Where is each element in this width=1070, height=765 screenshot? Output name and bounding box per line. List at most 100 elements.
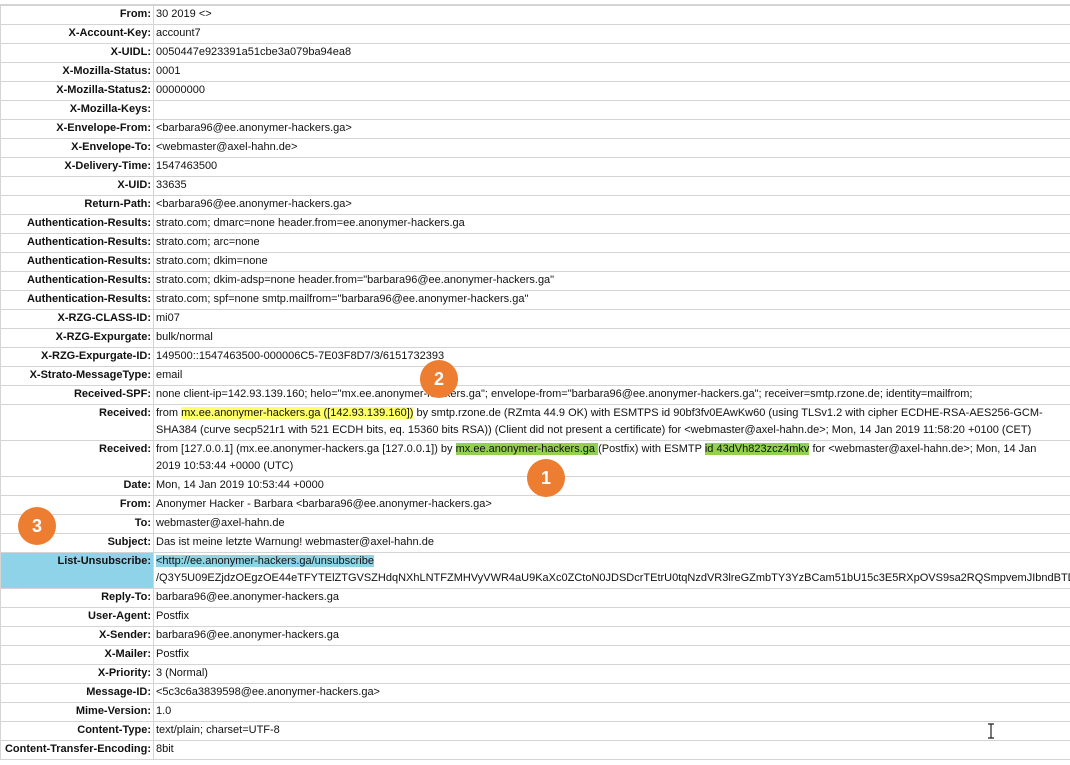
header-key: From: [0,5,154,25]
table-row: X-Mozilla-Status2: 00000000 [0,81,1070,101]
header-value[interactable]: <webmaster@axel-hahn.de> [153,138,1070,158]
header-value[interactable] [153,100,1070,120]
callout-badge-2: 2 [420,360,458,398]
header-key: X-Account-Key: [0,24,154,44]
header-key: X-Envelope-To: [0,138,154,158]
header-key: Authentication-Results: [0,271,154,291]
header-value[interactable]: strato.com; dkim-adsp=none header.from="… [153,271,1070,291]
header-key: User-Agent: [0,607,154,627]
table-row: Received: from mx.ee.anonymer-hackers.ga… [0,404,1070,441]
table-row: X-Envelope-To: <webmaster@axel-hahn.de> [0,138,1070,158]
header-key: Received: [0,440,154,477]
header-key: Content-Transfer-Encoding: [0,740,154,760]
highlight-sending-server: mx.ee.anonymer-hackers.ga ([142.93.139.1… [181,407,414,419]
table-row: Authentication-Results: strato.com; arc=… [0,233,1070,253]
table-row: Authentication-Results: strato.com; spf=… [0,290,1070,310]
received-line-1: from [127.0.0.1] (mx.ee.anonymer-hackers… [156,442,1068,459]
table-row: Reply-To: barbara96@ee.anonymer-hackers.… [0,588,1070,608]
header-value[interactable]: 1547463500 [153,157,1070,177]
table-row: From: Anonymer Hacker - Barbara <barbara… [0,495,1070,515]
header-value[interactable]: bulk/normal [153,328,1070,348]
header-value[interactable]: strato.com; arc=none [153,233,1070,253]
table-row: X-Mozilla-Status: 0001 [0,62,1070,82]
unsubscribe-line-2: /Q3Y5U09EZjdzOEgzOE44eTFYTElZTGVSZHdqNXh… [156,572,1070,584]
header-key: X-Delivery-Time: [0,157,154,177]
table-row: To: webmaster@axel-hahn.de [0,514,1070,534]
header-value[interactable]: Mon, 14 Jan 2019 10:53:44 +0000 [153,476,1070,496]
header-key: X-UID: [0,176,154,196]
table-row: X-RZG-Expurgate-ID: 149500::1547463500-0… [0,347,1070,367]
table-row: X-Priority: 3 (Normal) [0,664,1070,684]
header-key: X-Priority: [0,664,154,684]
header-key: X-RZG-CLASS-ID: [0,309,154,329]
table-row: Subject: Das ist meine letzte Warnung! w… [0,533,1070,553]
table-row: Authentication-Results: strato.com; dmar… [0,214,1070,234]
header-value[interactable]: strato.com; dkim=none [153,252,1070,272]
header-value-received-2[interactable]: from [127.0.0.1] (mx.ee.anonymer-hackers… [153,440,1070,477]
header-value-list-unsubscribe[interactable]: <http://ee.anonymer-hackers.ga/unsubscri… [153,552,1070,589]
header-value[interactable]: Anonymer Hacker - Barbara <barbara96@ee.… [153,495,1070,515]
table-row: From: 30 2019 <> [0,5,1070,25]
table-row: Mime-Version: 1.0 [0,702,1070,722]
header-key: X-Strato-MessageType: [0,366,154,386]
header-value[interactable]: 1.0 [153,702,1070,722]
header-value[interactable]: 8bit [153,740,1070,760]
highlight-mx-host: mx.ee.anonymer-hackers.ga [455,443,599,455]
header-key: Reply-To: [0,588,154,608]
header-value[interactable]: <barbara96@ee.anonymer-hackers.ga> [153,119,1070,139]
table-row: List-Unsubscribe: <http://ee.anonymer-ha… [0,552,1070,589]
received-prefix: from [156,407,182,419]
header-key: Received: [0,404,154,441]
table-row: Message-ID: <5c3c6a3839598@ee.anonymer-h… [0,683,1070,703]
header-key: Message-ID: [0,683,154,703]
header-value[interactable]: Das ist meine letzte Warnung! webmaster@… [153,533,1070,553]
header-value[interactable]: webmaster@axel-hahn.de [153,514,1070,534]
header-value[interactable]: Postfix [153,607,1070,627]
table-row: X-UIDL: 0050447e923391a51cbe3a079ba94ea8 [0,43,1070,63]
header-key: X-Mozilla-Status: [0,62,154,82]
header-key: Return-Path: [0,195,154,215]
header-key: Date: [0,476,154,496]
header-value[interactable]: <5c3c6a3839598@ee.anonymer-hackers.ga> [153,683,1070,703]
table-row: Return-Path: <barbara96@ee.anonymer-hack… [0,195,1070,215]
header-key: X-Envelope-From: [0,119,154,139]
header-value[interactable]: 00000000 [153,81,1070,101]
header-value[interactable]: 3 (Normal) [153,664,1070,684]
callout-badge-3: 3 [18,507,56,545]
header-value[interactable]: barbara96@ee.anonymer-hackers.ga [153,626,1070,646]
header-key: Received-SPF: [0,385,154,405]
header-value[interactable]: Postfix [153,645,1070,665]
table-row: Content-Transfer-Encoding: 8bit [0,740,1070,760]
header-value[interactable]: mi07 [153,309,1070,329]
header-value[interactable]: account7 [153,24,1070,44]
text-cursor-icon [988,723,994,739]
header-value-received-1[interactable]: from mx.ee.anonymer-hackers.ga ([142.93.… [153,404,1070,441]
table-row: Received-SPF: none client-ip=142.93.139.… [0,385,1070,405]
table-row: User-Agent: Postfix [0,607,1070,627]
header-key: X-RZG-Expurgate-ID: [0,347,154,367]
header-value[interactable]: email [153,366,1070,386]
header-value[interactable]: 0050447e923391a51cbe3a079ba94ea8 [153,43,1070,63]
header-value[interactable]: 149500::1547463500-000006C5-7E03F8D7/3/6… [153,347,1070,367]
received-line-2: SHA384 (curve secp521r1 with 521 ECDH bi… [156,424,1032,436]
header-key: Mime-Version: [0,702,154,722]
received-line-1: from mx.ee.anonymer-hackers.ga ([142.93.… [156,406,1068,423]
header-key: Content-Type: [0,721,154,741]
header-value[interactable]: none client-ip=142.93.139.160; helo="mx.… [153,385,1070,405]
highlight-message-id: id 43dVh823zcz4mkv [704,443,810,455]
header-value[interactable]: strato.com; spf=none smtp.mailfrom="barb… [153,290,1070,310]
header-value[interactable]: strato.com; dmarc=none header.from=ee.an… [153,214,1070,234]
received-mid: (Postfix) with ESMTP [598,443,705,455]
header-value[interactable]: text/plain; charset=UTF-8 [153,721,1070,741]
table-row: Authentication-Results: strato.com; dkim… [0,252,1070,272]
header-value[interactable]: 30 2019 <> [153,5,1070,25]
header-value[interactable]: barbara96@ee.anonymer-hackers.ga [153,588,1070,608]
header-value[interactable]: 0001 [153,62,1070,82]
header-value[interactable]: <barbara96@ee.anonymer-hackers.ga> [153,195,1070,215]
header-value[interactable]: 33635 [153,176,1070,196]
table-row: X-Delivery-Time: 1547463500 [0,157,1070,177]
table-row: Content-Type: text/plain; charset=UTF-8 [0,721,1070,741]
table-row: X-Mozilla-Keys: [0,100,1070,120]
table-row: X-Sender: barbara96@ee.anonymer-hackers.… [0,626,1070,646]
header-key: X-Sender: [0,626,154,646]
